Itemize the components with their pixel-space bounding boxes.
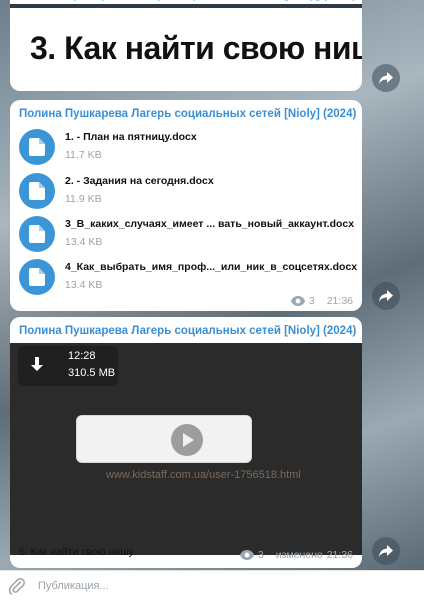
document-item[interactable]: 1. - План на пятницу.docx 11.7 KB	[19, 128, 359, 168]
post-caption: 5. Как найти свою нишу	[19, 546, 134, 558]
share-icon	[379, 545, 393, 557]
play-icon[interactable]	[171, 424, 203, 456]
share-button[interactable]	[372, 537, 400, 565]
document-size: 11.7 KB	[65, 149, 102, 161]
edited-label: изменено	[275, 549, 323, 561]
document-icon[interactable]	[19, 173, 55, 209]
video-player-frame[interactable]	[76, 415, 252, 463]
document-icon[interactable]	[19, 129, 55, 165]
video-download-badge[interactable]: 12:28 310.5 MB	[18, 346, 118, 386]
watermark: www.kidstaff.com.ua/user-1756518.html	[106, 469, 301, 481]
document-icon[interactable]	[19, 259, 55, 295]
channel-name[interactable]: Полина Пушкарева Лагерь социальных сетей…	[19, 325, 356, 337]
message-post-3[interactable]: Полина Пушкарева Лагерь социальных сетей…	[10, 317, 362, 568]
video-size: 310.5 MB	[68, 367, 116, 379]
video-preview[interactable]: 12:28 310.5 MB www.kidstaff.com.ua/user-…	[10, 343, 362, 555]
document-name: 3_В_каких_случаях_имеет ... вать_новый_а…	[65, 218, 355, 230]
image-top-edge	[10, 4, 362, 8]
document-size: 11.9 KB	[65, 193, 102, 205]
composer-bar: Публикация...	[0, 570, 424, 600]
video-duration: 12:28	[68, 350, 96, 362]
document-icon[interactable]	[19, 216, 55, 252]
channel-name[interactable]: Полина Пушкарева Лагерь социальных сетей…	[19, 108, 356, 120]
document-item[interactable]: 2. - Задания на сегодня.docx 11.9 KB	[19, 172, 359, 212]
message-meta: 3 21:36	[290, 295, 353, 307]
chat-history[interactable]: Полина Пушкарева Лагерь социальных сетей…	[0, 0, 424, 570]
document-name: 1. - План на пятницу.docx	[65, 131, 197, 143]
view-count: 3	[257, 549, 264, 561]
attach-icon[interactable]	[8, 577, 26, 595]
message-post-1[interactable]: Полина Пушкарева Лагерь социальных сетей…	[10, 0, 362, 91]
eye-icon	[239, 550, 254, 560]
eye-icon	[290, 296, 305, 306]
message-input[interactable]: Публикация...	[38, 580, 109, 592]
document-item[interactable]: 3_В_каких_случаях_имеет ... вать_новый_а…	[19, 215, 359, 255]
share-button[interactable]	[372, 282, 400, 310]
message-meta: 3 изменено 21:36	[239, 549, 353, 561]
share-icon	[379, 72, 393, 84]
document-name: 4_Как_выбрать_имя_проф..._или_ник_в_соцс…	[65, 261, 358, 273]
post-image-headline[interactable]: 3. Как найти свою нишу	[30, 30, 362, 67]
download-icon[interactable]	[30, 357, 44, 373]
document-name: 2. - Задания на сегодня.docx	[65, 175, 214, 187]
share-icon	[379, 290, 393, 302]
message-post-2[interactable]: Полина Пушкарева Лагерь социальных сетей…	[10, 100, 362, 311]
document-size: 13.4 KB	[65, 236, 103, 248]
message-time: 21:36	[326, 295, 353, 307]
share-button[interactable]	[372, 64, 400, 92]
document-size: 13.4 KB	[65, 279, 103, 291]
document-item[interactable]: 4_Как_выбрать_имя_проф..._или_ник_в_соцс…	[19, 258, 359, 298]
message-time: 21:36	[326, 549, 353, 561]
view-count: 3	[308, 295, 315, 307]
